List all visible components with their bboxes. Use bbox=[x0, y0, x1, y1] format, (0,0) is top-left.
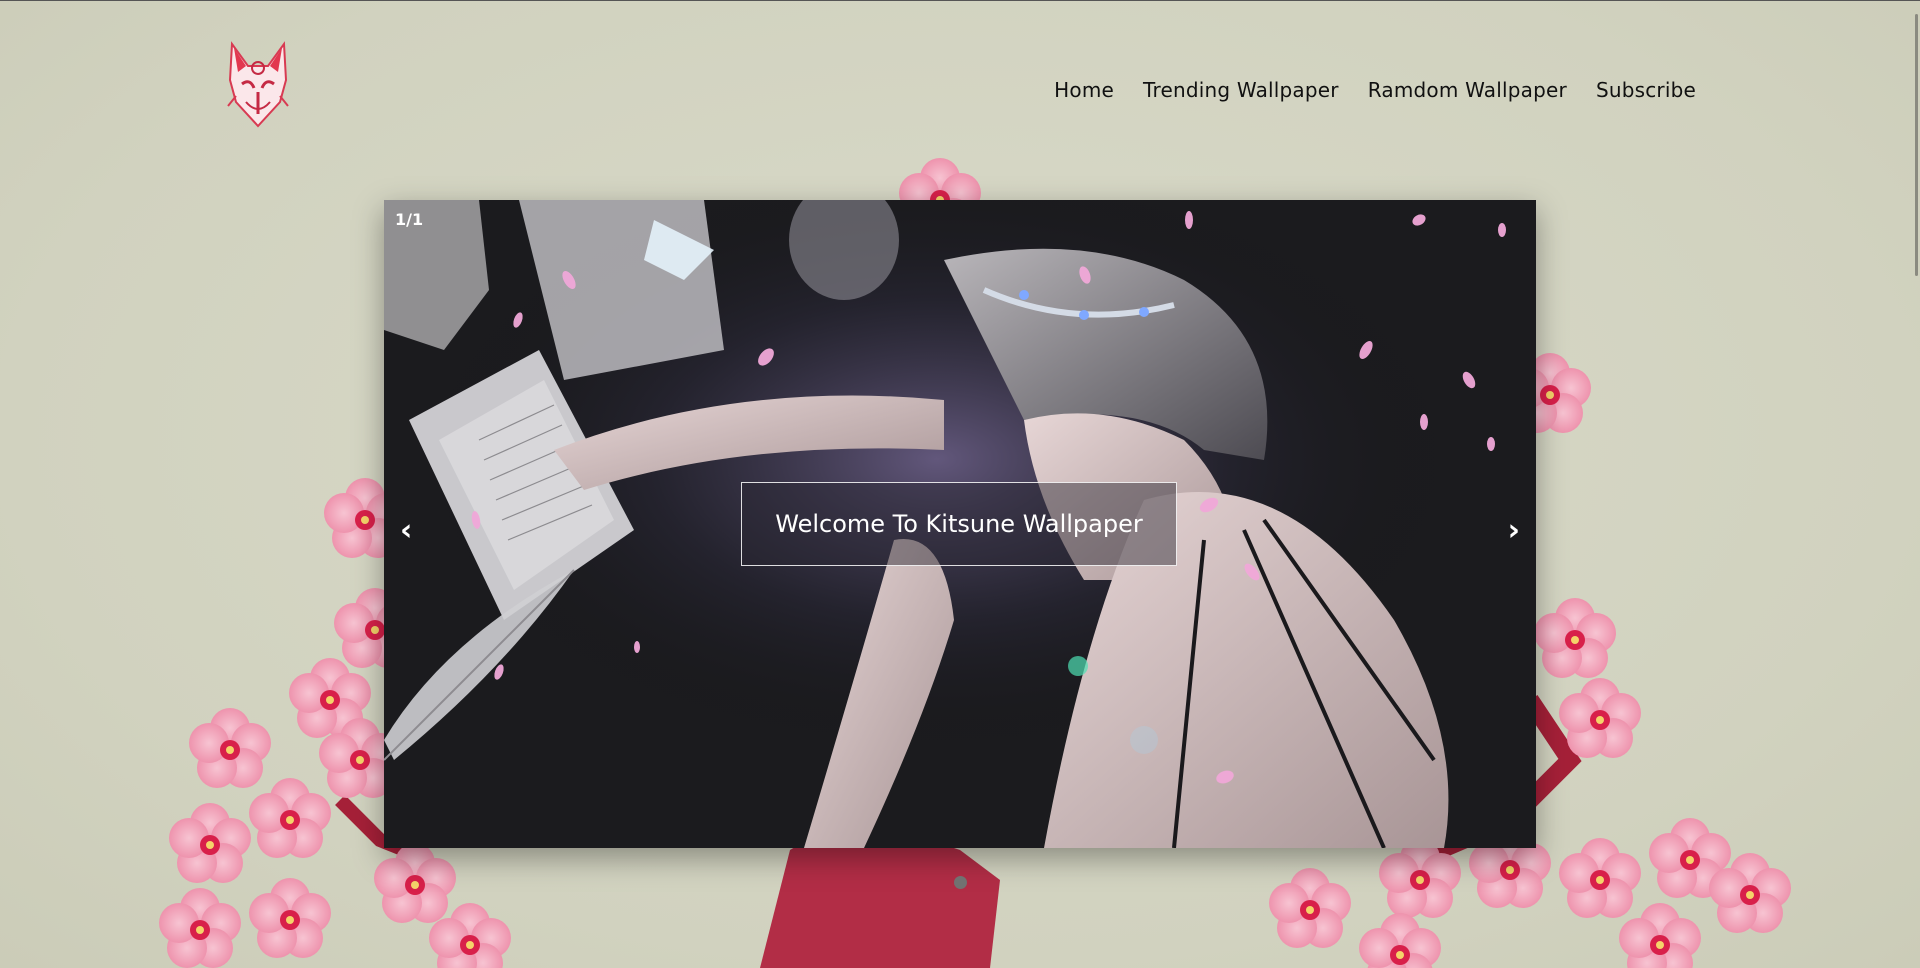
page: Home Trending Wallpaper Ramdom Wallpaper… bbox=[0, 0, 1920, 968]
nav-subscribe[interactable]: Subscribe bbox=[1596, 78, 1696, 102]
scrollbar-thumb[interactable] bbox=[1915, 14, 1918, 276]
slide-dot-1[interactable] bbox=[954, 876, 967, 889]
main-nav: Home Trending Wallpaper Ramdom Wallpaper… bbox=[1054, 78, 1696, 102]
nav-random-wallpaper[interactable]: Ramdom Wallpaper bbox=[1368, 78, 1567, 102]
kitsune-mask-icon[interactable] bbox=[222, 40, 294, 130]
previous-slide-button[interactable]: ‹ bbox=[400, 516, 412, 546]
nav-trending-wallpaper[interactable]: Trending Wallpaper bbox=[1143, 78, 1339, 102]
welcome-caption: Welcome To Kitsune Wallpaper bbox=[741, 482, 1177, 566]
hero-slideshow: 1/1 ‹ › Welcome To Kitsune Wallpaper bbox=[384, 200, 1536, 848]
nav-home[interactable]: Home bbox=[1054, 78, 1114, 102]
page-scrollbar[interactable] bbox=[1908, 0, 1920, 968]
next-slide-button[interactable]: › bbox=[1508, 516, 1520, 546]
slide-counter: 1/1 bbox=[395, 210, 424, 229]
